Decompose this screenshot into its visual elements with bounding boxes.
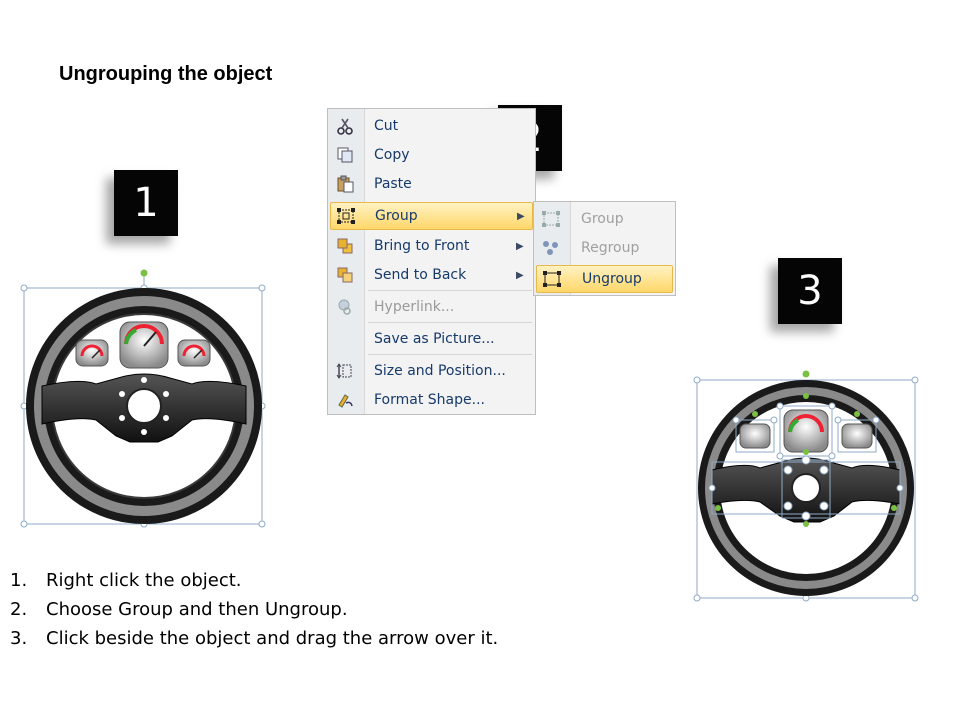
menu-item-size-and-position[interactable]: Size and Position... (330, 357, 533, 385)
slide-title: Ungrouping the object (59, 63, 273, 85)
steering-wheel-ungrouped[interactable] (690, 360, 922, 604)
context-menu: Cut Copy Paste Group ▶ Bring to Front ▶ … (327, 108, 536, 415)
menu-item-send-to-back[interactable]: Send to Back ▶ (330, 261, 533, 289)
submenu-item-group[interactable]: Group (536, 205, 673, 233)
group-submenu: Group Regroup Ungroup (533, 201, 676, 296)
menu-item-group[interactable]: Group ▶ (330, 202, 533, 230)
step-item: 2. Choose Group and then Ungroup. (10, 599, 348, 620)
submenu-item-regroup[interactable]: Regroup (536, 234, 673, 262)
menu-item-save-as-picture[interactable]: Save as Picture... (330, 325, 533, 353)
menu-item-copy[interactable]: Copy (330, 141, 533, 169)
step-item: 3. Click beside the object and drag the a… (10, 628, 499, 649)
scissors-icon (330, 117, 360, 135)
submenu-arrow-icon: ▶ (516, 269, 524, 281)
menu-item-cut[interactable]: Cut (330, 112, 533, 140)
hyperlink-icon (330, 298, 360, 316)
size-position-icon (330, 362, 360, 380)
submenu-item-ungroup[interactable]: Ungroup (536, 265, 673, 293)
copy-icon (330, 146, 360, 164)
send-to-back-icon (330, 266, 360, 284)
menu-item-bring-to-front[interactable]: Bring to Front ▶ (330, 232, 533, 260)
submenu-arrow-icon: ▶ (517, 210, 525, 222)
regroup-icon (536, 239, 566, 257)
bring-to-front-icon (330, 237, 360, 255)
instruction-steps: 1. Right click the object. 2. Choose Group… (10, 566, 498, 653)
submenu-arrow-icon: ▶ (516, 240, 524, 252)
ungroup-icon (537, 270, 567, 288)
group-icon (331, 207, 361, 225)
rotate-handle[interactable] (140, 269, 148, 277)
menu-item-hyperlink[interactable]: Hyperlink... (330, 293, 533, 321)
menu-item-paste[interactable]: Paste (330, 170, 533, 198)
steering-wheel-grouped[interactable] (20, 266, 268, 530)
step-badge-3: 3 (778, 258, 842, 324)
menu-item-format-shape[interactable]: Format Shape... (330, 386, 533, 414)
group-icon (536, 210, 566, 228)
format-shape-icon (330, 391, 360, 409)
step-item: 1. Right click the object. (10, 570, 242, 591)
step-badge-1: 1 (114, 170, 178, 236)
paste-icon (330, 175, 360, 193)
